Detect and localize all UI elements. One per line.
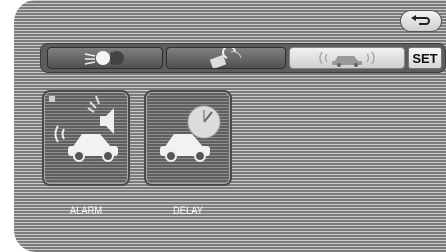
alarm-tile[interactable] — [42, 90, 130, 186]
tab-lights[interactable] — [47, 47, 163, 69]
alarm-car-icon — [49, 95, 118, 162]
set-button[interactable]: SET — [408, 47, 442, 69]
tab-car-sound[interactable] — [289, 47, 405, 69]
back-button[interactable] — [400, 10, 442, 32]
alarm-label: ALARM — [69, 205, 103, 217]
lights-icon — [84, 51, 124, 65]
category-tab-bar: SET — [40, 43, 446, 73]
delay-car-icon — [160, 105, 221, 162]
tab-door-lock[interactable] — [166, 47, 286, 69]
car-sound-icon — [319, 51, 375, 67]
settings-screen: SET ALARM DELAY — [14, 0, 446, 252]
delay-tile[interactable] — [144, 90, 232, 186]
return-arrow-icon — [411, 15, 430, 25]
delay-label: DELAY — [173, 205, 203, 217]
door-lock-icon — [209, 48, 242, 68]
